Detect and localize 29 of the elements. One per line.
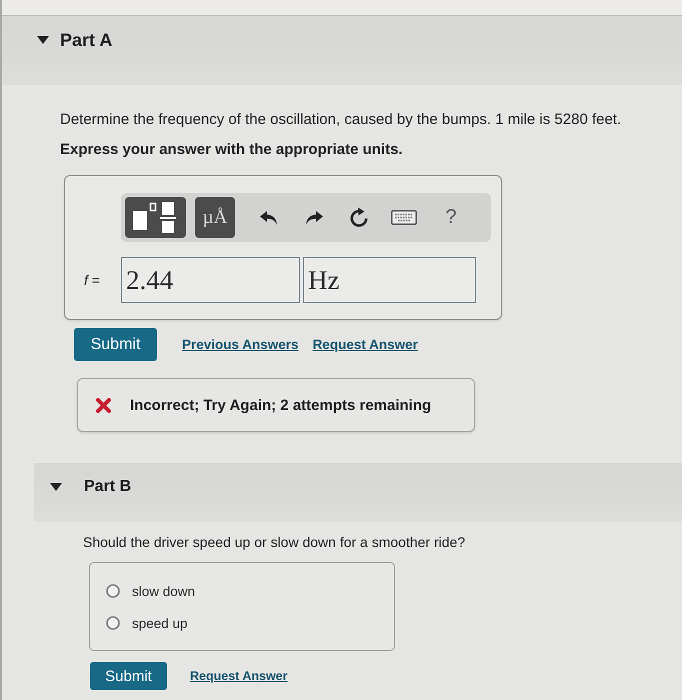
help-button[interactable]: ? — [441, 206, 461, 229]
part-title[interactable]: Part A — [60, 29, 112, 51]
radio-button[interactable] — [106, 584, 120, 598]
instruction-text: Express your answer with the appropriate units. — [60, 141, 403, 159]
units-button[interactable]: µÅ — [195, 197, 235, 238]
submit-button[interactable]: Submit — [90, 662, 167, 690]
action-link[interactable]: Previous Answers — [182, 337, 299, 352]
variable-label: f = — [83, 272, 101, 288]
question-text: Determine the frequency of the oscillation, caused by the bumps. 1 mile is 5280 feet. — [60, 111, 622, 129]
part-title[interactable]: Part B — [84, 477, 132, 497]
submit-button[interactable]: Submit — [74, 328, 157, 361]
reset-icon[interactable] — [348, 207, 368, 228]
action-link[interactable]: Request Answer — [190, 669, 288, 683]
feedback-message: Incorrect; Try Again; 2 attempts remaining — [130, 396, 432, 414]
radio-button[interactable] — [106, 616, 120, 630]
question-text: Should the driver speed up or slow down for a smoother ride? — [83, 533, 466, 551]
answer-field[interactable]: 2.44 — [121, 257, 300, 303]
caret-icon[interactable] — [50, 483, 62, 491]
cross-icon — [96, 398, 111, 412]
option-label[interactable]: slow down — [132, 584, 196, 598]
template-button[interactable] — [125, 197, 186, 238]
action-link[interactable]: Request Answer — [312, 337, 418, 352]
unit-field[interactable]: Hz — [303, 257, 476, 303]
keyboard-icon[interactable] — [390, 210, 416, 225]
fraction-template-icon — [133, 202, 178, 233]
redo-arrow-icon[interactable] — [304, 210, 324, 226]
undo-arrow-icon[interactable] — [258, 210, 278, 226]
caret-icon[interactable] — [37, 36, 49, 44]
option-label[interactable]: speed up — [132, 616, 188, 630]
